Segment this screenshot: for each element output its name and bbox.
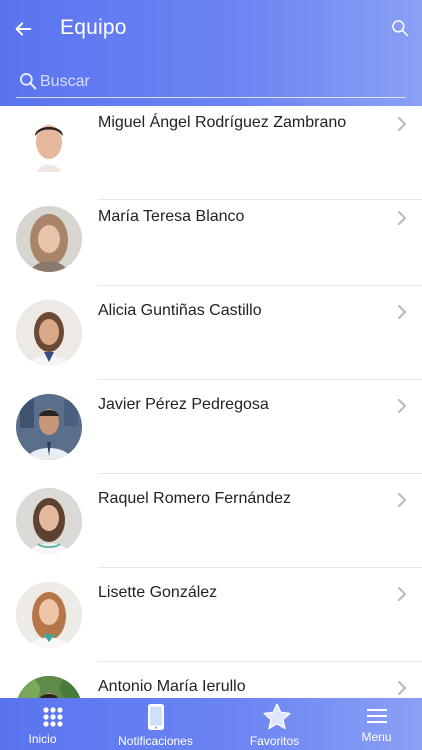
search-bar <box>16 68 406 98</box>
tab-label: Favoritos <box>249 734 300 748</box>
avatar <box>16 394 82 460</box>
member-name: Javier Pérez Pedregosa <box>98 396 269 413</box>
chevron-right-icon <box>398 117 406 131</box>
tab-label: Notificaciones <box>118 734 193 748</box>
team-member-row[interactable]: Miguel Ángel Rodríguez Zambrano <box>0 106 422 200</box>
team-member-row[interactable]: Alicia Guntiñas Castillo <box>0 286 422 380</box>
chevron-right-icon <box>398 681 406 695</box>
team-member-row[interactable]: Antonio María Ierullo <box>0 662 422 698</box>
tab-favoritos[interactable]: Favoritos <box>224 698 329 750</box>
member-name: Alicia Guntiñas Castillo <box>98 302 262 319</box>
chevron-right-icon <box>398 399 406 413</box>
bottom-tab-bar: Inicio Notificaciones Favoritos Menu <box>0 698 422 750</box>
member-name: María Teresa Blanco <box>98 208 245 225</box>
search-icon[interactable] <box>390 18 410 38</box>
avatar <box>16 300 82 366</box>
phone-icon <box>147 704 164 730</box>
chevron-right-icon <box>398 587 406 601</box>
search-field-icon <box>20 73 37 90</box>
chevron-right-icon <box>398 493 406 507</box>
tab-label: Menu <box>361 730 392 744</box>
page-title: Equipo <box>60 16 127 39</box>
team-list: Miguel Ángel Rodríguez Zambrano María Te… <box>0 106 422 698</box>
tab-menu[interactable]: Menu <box>324 698 422 750</box>
team-member-row[interactable]: Raquel Romero Fernández <box>0 474 422 568</box>
hamburger-icon <box>366 709 387 723</box>
star-icon <box>262 703 291 730</box>
member-name: Miguel Ángel Rodríguez Zambrano <box>98 114 347 131</box>
avatar <box>16 676 82 698</box>
member-name: Antonio María Ierullo <box>98 678 246 695</box>
team-member-row[interactable]: María Teresa Blanco <box>0 192 422 286</box>
search-input[interactable] <box>40 68 400 96</box>
chevron-right-icon <box>398 305 406 319</box>
avatar <box>16 114 82 180</box>
tab-label: Inicio <box>28 732 57 746</box>
grid-icon <box>42 707 63 727</box>
avatar <box>16 582 82 648</box>
avatar <box>16 488 82 554</box>
member-name: Lisette González <box>98 584 218 601</box>
tab-inicio[interactable]: Inicio <box>0 698 105 750</box>
chevron-right-icon <box>398 211 406 225</box>
member-name: Raquel Romero Fernández <box>98 490 291 507</box>
avatar <box>16 206 82 272</box>
tab-notificaciones[interactable]: Notificaciones <box>103 698 208 750</box>
back-arrow-icon[interactable] <box>12 18 34 40</box>
team-member-row[interactable]: Lisette González <box>0 568 422 662</box>
team-member-row[interactable]: Javier Pérez Pedregosa <box>0 380 422 474</box>
app-header: Equipo <box>0 0 422 106</box>
